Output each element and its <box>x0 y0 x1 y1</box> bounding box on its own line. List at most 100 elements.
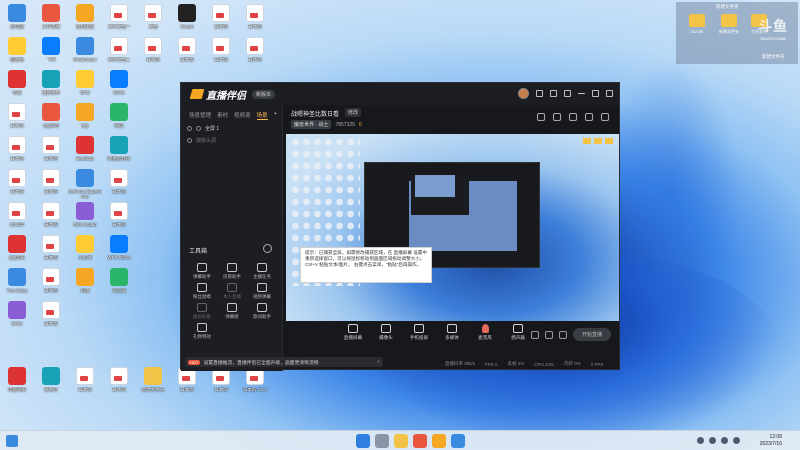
tool-gift[interactable]: 礼物特效 <box>189 323 215 340</box>
eye-icon[interactable] <box>187 138 192 143</box>
desktop-icon[interactable]: 日本的 <box>0 103 34 136</box>
desktop-icon[interactable]: 日本的 <box>34 301 68 334</box>
desktop-icon[interactable]: 2023年 <box>0 202 34 235</box>
desktop-icon[interactable]: 新建文件夹 <box>136 367 170 400</box>
desktop-icon[interactable]: 日本的 <box>68 367 102 400</box>
link-icon[interactable] <box>585 113 593 121</box>
desktop-icon[interactable]: 日本的 <box>0 169 34 202</box>
notice-bar[interactable]: HOT 设置直播推流，直播伴侣已全面升级，画面更清晰流畅 × <box>185 357 383 367</box>
tool-video[interactable]: 视频弹幕 <box>249 283 275 300</box>
maximize-icon[interactable] <box>592 90 599 97</box>
tool-danmaku[interactable]: 弹幕助手 <box>189 263 215 280</box>
search-icon[interactable] <box>375 434 389 448</box>
douyu-icon[interactable] <box>432 434 446 448</box>
stream-preview-canvas[interactable] <box>286 134 619 321</box>
control-screen[interactable]: 直播屏幕 <box>341 324 365 341</box>
desktop-icon[interactable]: DWG <box>102 70 136 103</box>
scene-item[interactable]: 全屏 1 <box>181 120 282 132</box>
eye-icon[interactable] <box>544 330 553 339</box>
stream-title[interactable]: 战嗯神圣比数日看 <box>291 109 339 118</box>
desktop-icon[interactable]: 日本的 <box>102 169 136 202</box>
desktop-icon[interactable]: 电脑管家 <box>0 367 34 400</box>
desktop-icon[interactable]: QQ影音 <box>34 103 68 136</box>
tool-avatar[interactable]: 虚拟形象 <box>189 303 215 320</box>
desktop-icon[interactable]: 日本的 <box>34 235 68 268</box>
desktop-icon[interactable]: 此电脑 <box>0 4 34 37</box>
app-titlebar[interactable]: 直播伴侣 新版本 <box>181 83 619 105</box>
control-phone[interactable]: 手机投屏 <box>407 324 431 341</box>
gift-box-icon[interactable] <box>553 113 561 121</box>
clock[interactable]: 12:08 2023/7/16 <box>760 434 782 448</box>
settings-icon[interactable] <box>550 90 557 97</box>
desktop-icon[interactable]: 有道 <box>0 70 34 103</box>
desktop-icon[interactable]: Tree Diary <box>0 268 34 301</box>
desktop-icon[interactable]: 日本的 <box>34 136 68 169</box>
desktop-icon[interactable]: GPD <box>68 70 102 103</box>
message-icon[interactable] <box>536 90 543 97</box>
network-icon[interactable] <box>709 437 716 444</box>
eye-icon[interactable] <box>187 126 192 131</box>
control-mic[interactable]: 麦克风 <box>473 324 497 341</box>
tool-live[interactable]: 本人直播 <box>219 283 245 300</box>
desktop-icon[interactable]: 日本的 <box>204 4 238 37</box>
desktop-icon[interactable]: 日本的 <box>238 37 272 70</box>
desktop-icon[interactable]: 文件文档二 <box>102 37 136 70</box>
desktop-icon[interactable]: 浏览器 <box>102 268 136 301</box>
chevron-up-icon[interactable] <box>697 437 704 444</box>
desktop-icon[interactable]: 日本的 <box>204 37 238 70</box>
share-icon[interactable] <box>601 113 609 121</box>
tool-danmaku-robot[interactable]: 弹幕姬 <box>219 303 245 320</box>
desktop-icon[interactable]: 日本的 <box>170 37 204 70</box>
desktop-icon[interactable]: 日本的 <box>34 268 68 301</box>
desktop-icon[interactable]: 日本的 <box>136 37 170 70</box>
desktop-icon[interactable]: WPS Office <box>102 235 136 268</box>
add-scene-icon[interactable]: + <box>274 111 277 120</box>
tool-lyrics[interactable]: 歌词助手 <box>249 303 275 320</box>
category-tag[interactable]: 魔兽世界 · 战士 <box>291 120 332 129</box>
toolbox-settings-icon[interactable] <box>263 244 272 253</box>
start-live-button[interactable]: 开始直播 <box>572 328 611 341</box>
desktop-icon[interactable]: 日本的 <box>238 4 272 37</box>
version-badge[interactable]: 新版本 <box>252 89 276 99</box>
tab-video-source[interactable]: 视频源 <box>234 111 251 120</box>
desktop-icon[interactable]: 日本的 <box>102 202 136 235</box>
tab-scene-manage[interactable]: 场景管理 <box>189 111 211 120</box>
live-app-icon[interactable] <box>413 434 427 448</box>
panel-folder[interactable]: 2023年 <box>682 14 712 34</box>
minimize-icon[interactable] <box>578 93 585 94</box>
desktop-icon[interactable]: 飞书 <box>34 37 68 70</box>
desktop-icon[interactable]: 日本的 <box>102 367 136 400</box>
desktop-icon[interactable]: Steam <box>170 4 204 37</box>
live-stream-app-window[interactable]: 直播伴侣 新版本 场景管理 素材 视频源 场景 + 全屏 1 摄像头源 工具箱 … <box>180 82 620 371</box>
chart-icon[interactable] <box>569 113 577 121</box>
desktop-icon[interactable]: 小红书 <box>68 235 102 268</box>
tool-admin[interactable]: 房管助手 <box>219 263 245 280</box>
desktop-icon[interactable]: 日本的 <box>0 136 34 169</box>
record-icon[interactable] <box>530 330 539 339</box>
desktop-icon[interactable]: DWG <box>0 301 34 334</box>
desktop-icon[interactable]: 迅雷 <box>68 268 102 301</box>
desktop-icon[interactable]: 回收站 <box>0 37 34 70</box>
panel-folder[interactable]: 新建文件夹 <box>714 14 744 34</box>
avatar[interactable] <box>518 88 529 99</box>
lock-icon[interactable] <box>196 126 201 131</box>
desktop-icon[interactable]: QQ <box>68 103 102 136</box>
desktop-icon[interactable]: 文档 <box>136 4 170 37</box>
close-notice-icon[interactable]: × <box>377 360 380 365</box>
desktop-icon[interactable]: Bandizip <box>68 136 102 169</box>
desktop-icon[interactable]: 远程桌面 <box>68 4 102 37</box>
desktop-icon[interactable]: GeForce Experience <box>68 169 102 202</box>
tool-task[interactable]: 主播任务 <box>249 263 275 280</box>
menu-icon[interactable] <box>564 90 571 97</box>
close-icon[interactable] <box>606 90 613 97</box>
desktop-icon[interactable]: Mindmaster <box>68 37 102 70</box>
file-explorer-icon[interactable] <box>394 434 408 448</box>
browser-icon[interactable] <box>451 434 465 448</box>
desktop-icon[interactable]: 网易云音乐 <box>102 136 136 169</box>
volume-icon[interactable] <box>721 437 728 444</box>
tab-material[interactable]: 素材 <box>217 111 228 120</box>
tab-scene[interactable]: 场景 <box>256 111 268 120</box>
desktop-icon[interactable]: 日本的 <box>170 367 204 400</box>
desktop-icon[interactable]: 日本的 <box>204 367 238 400</box>
desktop-icon[interactable]: QQ音乐 <box>0 235 34 268</box>
